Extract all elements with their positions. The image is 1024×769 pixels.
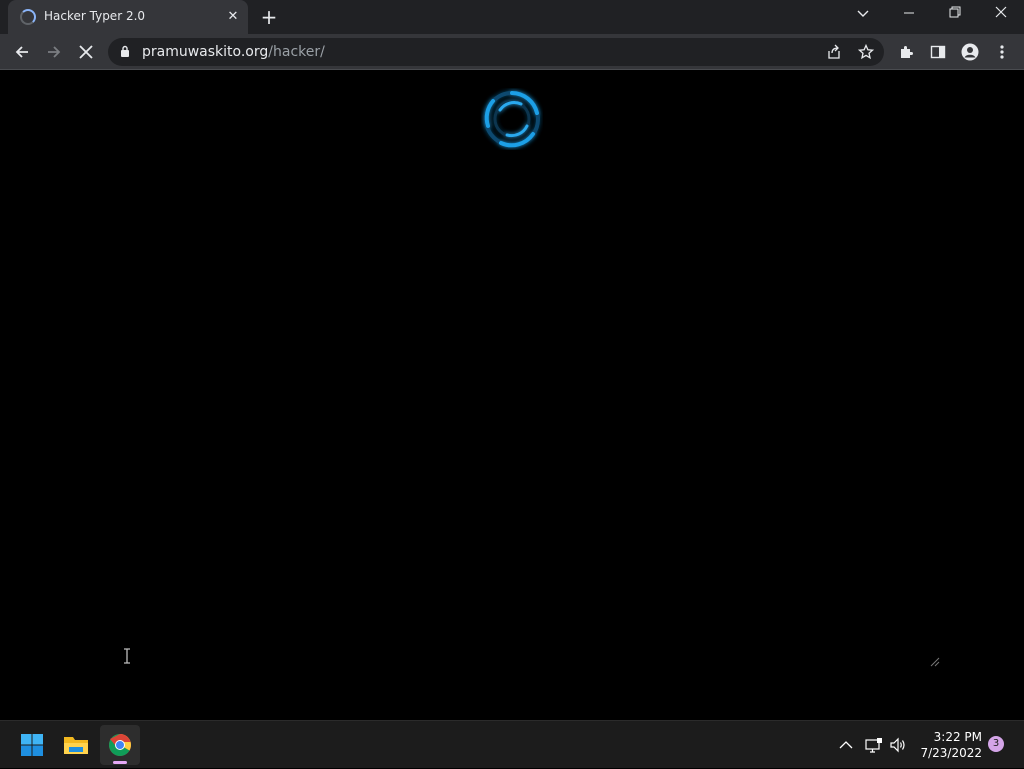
network-button[interactable] bbox=[862, 721, 886, 769]
tab-search-button[interactable] bbox=[840, 0, 886, 30]
side-panel-button[interactable] bbox=[922, 34, 954, 70]
more-vertical-icon bbox=[1000, 45, 1004, 59]
stop-loading-button[interactable] bbox=[70, 34, 102, 70]
chevron-up-icon bbox=[839, 741, 853, 749]
menu-button[interactable] bbox=[986, 34, 1018, 70]
volume-button[interactable] bbox=[886, 721, 910, 769]
avatar-icon bbox=[961, 43, 979, 61]
chrome-icon bbox=[109, 734, 131, 756]
clock-date: 7/23/2022 bbox=[920, 746, 982, 760]
notification-badge[interactable]: 3 bbox=[988, 736, 1004, 752]
network-icon bbox=[865, 738, 882, 753]
browser-toolbar: pramuwaskito.org/hacker/ bbox=[0, 34, 1024, 70]
taskbar: 3:22 PM 7/23/2022 bbox=[0, 720, 1024, 768]
tab-title: Hacker Typer 2.0 bbox=[44, 9, 146, 23]
windows-start-icon bbox=[21, 734, 43, 756]
profile-button[interactable] bbox=[954, 34, 986, 70]
tab-loading-icon bbox=[20, 9, 36, 25]
resize-handle-icon[interactable] bbox=[928, 655, 940, 667]
close-window-button[interactable] bbox=[978, 0, 1024, 30]
side-panel-icon bbox=[930, 45, 946, 59]
minimize-button[interactable] bbox=[886, 0, 932, 30]
active-app-indicator bbox=[113, 761, 127, 764]
url-domain: pramuwaskito.org bbox=[142, 44, 269, 60]
chrome-taskbar-button[interactable] bbox=[100, 725, 140, 765]
loading-spinner-icon bbox=[484, 91, 540, 148]
share-icon[interactable] bbox=[826, 44, 842, 60]
clock-time: 3:22 PM bbox=[933, 730, 982, 744]
url-path: /hacker/ bbox=[268, 44, 325, 60]
chevron-down-icon bbox=[857, 10, 869, 17]
tab-strip: Hacker Typer 2.0 ✕ + bbox=[0, 0, 1024, 34]
close-icon bbox=[995, 6, 1007, 18]
back-button[interactable] bbox=[6, 34, 38, 70]
file-explorer-button[interactable] bbox=[56, 725, 96, 765]
taskbar-clock[interactable]: 3:22 PM 7/23/2022 bbox=[912, 729, 982, 761]
url-text: pramuwaskito.org/hacker/ bbox=[142, 44, 325, 60]
arrow-right-icon bbox=[48, 46, 61, 58]
stop-icon bbox=[79, 45, 93, 59]
extensions-button[interactable] bbox=[890, 34, 922, 70]
minimize-icon bbox=[904, 12, 914, 14]
show-hidden-icons-button[interactable] bbox=[834, 721, 858, 769]
bookmark-star-icon[interactable] bbox=[858, 44, 874, 60]
close-tab-icon[interactable]: ✕ bbox=[224, 8, 242, 26]
puzzle-icon bbox=[901, 46, 913, 58]
forward-button[interactable] bbox=[38, 34, 70, 70]
start-button[interactable] bbox=[12, 725, 52, 765]
lock-icon bbox=[121, 45, 129, 57]
speaker-icon bbox=[890, 737, 905, 753]
new-tab-button[interactable]: + bbox=[258, 6, 280, 28]
address-bar[interactable]: pramuwaskito.org/hacker/ bbox=[108, 38, 884, 66]
text-cursor-icon bbox=[124, 648, 130, 664]
file-explorer-icon bbox=[64, 737, 88, 754]
restore-button[interactable] bbox=[932, 0, 978, 30]
page-viewport[interactable] bbox=[0, 71, 1024, 720]
arrow-left-icon bbox=[15, 46, 28, 58]
tab-hacker-typer[interactable]: Hacker Typer 2.0 ✕ bbox=[8, 0, 248, 34]
restore-icon bbox=[949, 6, 961, 18]
